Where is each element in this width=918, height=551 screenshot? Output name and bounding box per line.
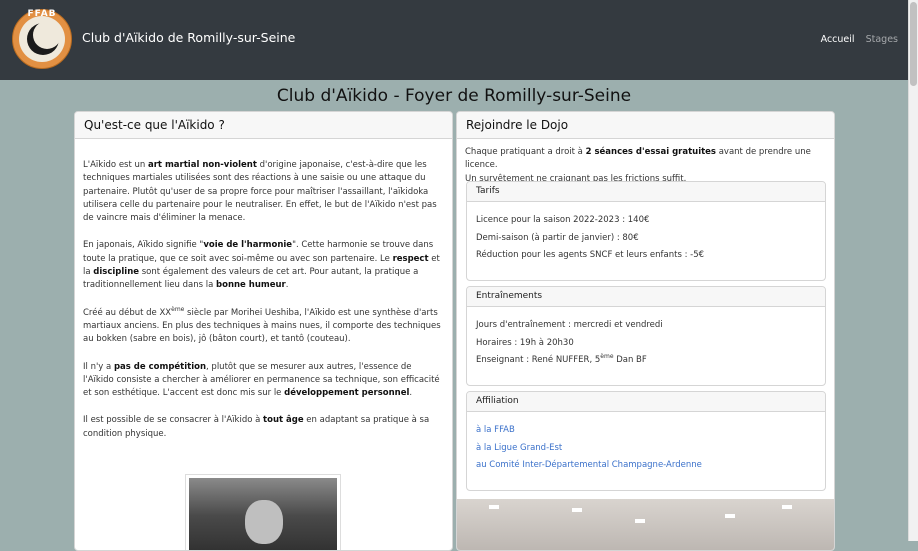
affiliation-link-ffab[interactable]: à la FFAB [476,425,515,435]
aikido-info-card: Qu'est-ce que l'Aïkido ? L'Aïkido est un… [74,111,453,551]
trial-sessions-text: Chaque pratiquant a droit à 2 séances d'… [465,147,811,171]
nav-link-stages[interactable]: Stages [866,34,898,45]
affiliation-title: Affiliation [467,392,825,412]
navbar-brand[interactable]: Club d'Aïkido de Romilly-sur-Seine [82,30,295,45]
join-dojo-intro: Chaque pratiquant a droit à 2 séances d'… [457,139,834,186]
aikido-info-body: L'Aïkido est un art martial non-violent … [75,159,452,441]
paragraph-history: Créé au début de XXème siècle par Morihe… [83,305,441,345]
training-teacher: Enseignant : René NUFFER, 5ème Dan BF [476,353,647,365]
join-dojo-title: Rejoindre le Dojo [457,112,834,139]
aikido-info-title: Qu'est-ce que l'Aïkido ? [75,112,452,139]
paragraph-competition: Il n'y a pas de compétition, plutôt que … [83,361,440,399]
paragraph-harmony: En japonais, Aïkido signifie "voie de l'… [83,240,440,291]
scrollbar-thumb[interactable] [910,2,917,86]
tarif-reduction: Réduction pour les agents SNCF et leurs … [476,250,705,260]
tarifs-title: Tarifs [467,182,825,202]
tarif-demi-saison: Demi-saison (à partir de janvier) : 80€ [476,233,639,243]
paragraph-definition: L'Aïkido est un art martial non-violent … [83,160,437,224]
affiliation-link-ligue[interactable]: à la Ligue Grand-Est [476,443,562,453]
paragraph-age: Il est possible de se consacrer à l'Aïki… [83,415,430,439]
tarif-licence: Licence pour la saison 2022-2023 : 140€ [476,215,650,225]
nav-links: Accueil Stages [813,34,898,45]
tarifs-card: Tarifs Licence pour la saison 2022-2023 … [466,181,826,281]
navbar: FFAB Club d'Aïkido de Romilly-sur-Seine … [0,0,908,80]
affiliation-link-comite[interactable]: au Comité Inter-Départemental Champagne-… [476,460,702,470]
training-days: Jours d'entraînement : mercredi et vendr… [476,320,663,330]
dojo-photo [457,499,834,550]
logo-emblem-icon [19,16,65,62]
founder-portrait [185,474,341,550]
nav-link-accueil[interactable]: Accueil [821,34,855,45]
entrainements-title: Entraînements [467,287,825,307]
affiliation-card: Affiliation à la FFAB à la Ligue Grand-E… [466,391,826,491]
club-logo[interactable]: FFAB [12,9,72,69]
training-hours: Horaires : 19h à 20h30 [476,338,574,348]
entrainements-card: Entraînements Jours d'entraînement : mer… [466,286,826,386]
join-dojo-card: Rejoindre le Dojo Chaque pratiquant a dr… [456,111,835,551]
page-scrollbar[interactable] [908,0,918,541]
page-title: Club d'Aïkido - Foyer de Romilly-sur-Sei… [276,86,632,106]
